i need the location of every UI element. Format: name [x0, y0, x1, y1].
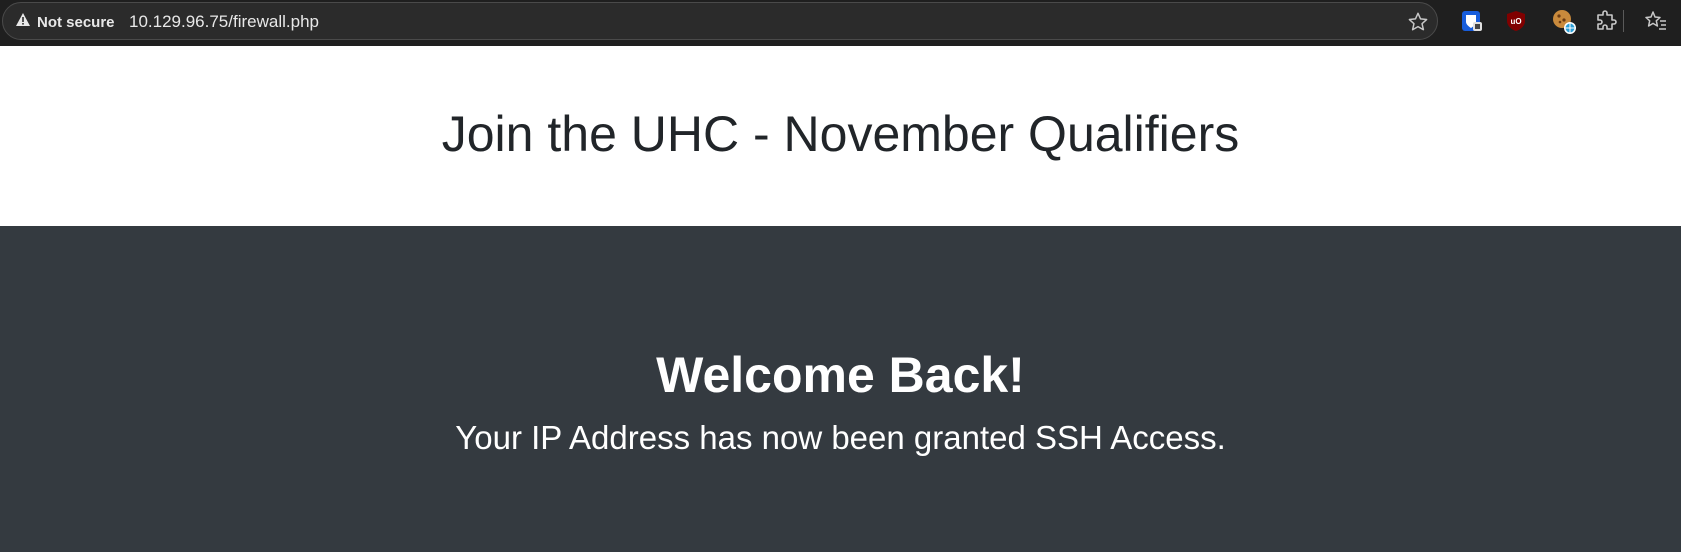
- url-text[interactable]: 10.129.96.75/firewall.php: [129, 12, 319, 32]
- address-bar[interactable]: Not secure 10.129.96.75/firewall.php: [2, 2, 1438, 40]
- ublock-origin-extension-icon[interactable]: uO: [1504, 9, 1528, 33]
- security-label: Not secure: [37, 13, 115, 31]
- access-granted-message: Your IP Address has now been granted SSH…: [455, 419, 1226, 456]
- browser-toolbar: Not secure 10.129.96.75/firewall.php uO: [0, 0, 1681, 46]
- warning-icon: [15, 12, 31, 32]
- cookie-extension-icon[interactable]: [1550, 7, 1578, 35]
- page-header: Join the UHC - November Qualifiers: [0, 46, 1681, 226]
- bitwarden-extension-icon[interactable]: [1460, 9, 1484, 33]
- page-title: Join the UHC - November Qualifiers: [441, 106, 1240, 162]
- hero-section: Welcome Back! Your IP Address has now be…: [0, 226, 1681, 552]
- toolbar-divider: [1623, 10, 1624, 32]
- security-indicator[interactable]: Not secure: [15, 12, 115, 32]
- welcome-heading: Welcome Back!: [656, 347, 1025, 403]
- extensions-puzzle-icon[interactable]: [1594, 9, 1618, 33]
- svg-text:uO: uO: [1510, 17, 1521, 26]
- reading-list-icon[interactable]: [1644, 9, 1668, 33]
- bookmark-star-icon[interactable]: [1407, 11, 1429, 33]
